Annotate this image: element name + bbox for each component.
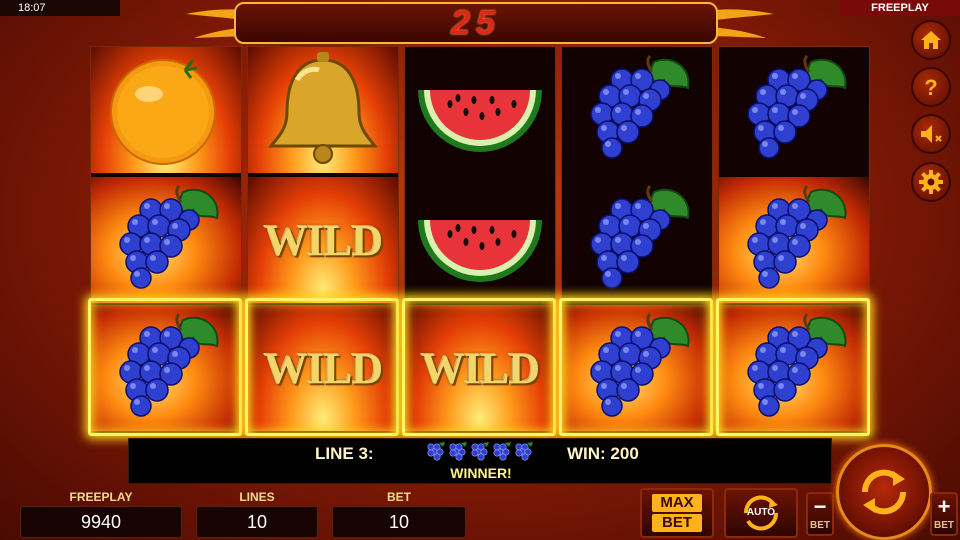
bet-increase-button[interactable]: + BET <box>930 492 958 536</box>
symbol-wild: WILD <box>248 177 398 303</box>
home-icon <box>921 31 941 49</box>
lines-label: LINES <box>239 490 275 504</box>
help-button[interactable]: ? <box>911 67 951 107</box>
grapes-icon <box>589 54 691 160</box>
winner-text: WINNER! <box>450 465 512 481</box>
sound-button[interactable] <box>911 114 951 154</box>
grapes-icon <box>746 54 848 160</box>
free-spin-counter: 25 <box>234 2 718 44</box>
wild-label: WILD <box>263 215 383 265</box>
win-amount: WIN: 200 <box>567 444 639 463</box>
mini-grapes-icon <box>493 442 511 461</box>
watermelon-icon <box>418 220 542 282</box>
grapes-icon <box>746 184 848 290</box>
win-info-bar: LINE 3: WIN: 200 WINNER! <box>128 438 832 484</box>
mini-grapes-icon <box>515 442 533 461</box>
freeplay-balance: 9940 <box>20 506 182 538</box>
orange-icon <box>110 59 216 165</box>
watermelon-icon <box>418 90 542 152</box>
symbol-grapes <box>719 177 869 303</box>
symbol-grapes <box>91 177 241 303</box>
spin-button[interactable] <box>836 444 932 540</box>
symbol-orange <box>91 47 241 173</box>
symbol-grapes <box>719 47 869 173</box>
reel-3: WILD <box>404 46 556 436</box>
symbol-grapes <box>562 47 712 173</box>
reel-2: WILD WILD <box>247 46 399 436</box>
win-frame <box>716 298 870 436</box>
sound-muted-icon <box>921 125 942 143</box>
grapes-icon <box>589 184 691 290</box>
bet-plus-label: BET <box>934 520 954 531</box>
lines-value: 10 <box>196 506 318 538</box>
grapes-icon <box>118 184 220 290</box>
symbol-wild-bell <box>248 47 398 173</box>
wild-label: WILD <box>263 343 383 393</box>
max-bet-button[interactable]: MAX BET <box>640 488 714 538</box>
bet-minus-label: BET <box>810 520 830 531</box>
settings-button[interactable] <box>911 162 951 202</box>
symbol-watermelon <box>405 47 555 173</box>
mode-badge: FREEPLAY <box>840 0 960 16</box>
clock: 18:07 <box>0 0 120 16</box>
svg-text:?: ? <box>924 75 937 99</box>
mini-grapes-icon <box>449 442 467 461</box>
plus-icon: + <box>937 494 951 519</box>
bet-value: 10 <box>332 506 466 538</box>
help-icon: ? <box>924 75 937 99</box>
wild-label: WILD <box>420 343 540 393</box>
symbol-watermelon <box>405 177 555 303</box>
home-button[interactable] <box>911 20 951 60</box>
auto-label: AUTO <box>746 507 776 518</box>
settings-gear-icon <box>919 170 943 194</box>
symbol-grapes <box>562 177 712 303</box>
mini-grapes-icon <box>427 442 445 461</box>
win-frame <box>88 298 242 436</box>
bet-decrease-button[interactable]: − BET <box>806 492 834 536</box>
line-label: LINE 3: <box>315 444 374 463</box>
autoplay-button[interactable]: AUTO <box>724 488 798 538</box>
minus-icon: − <box>813 494 827 519</box>
bet-label: BET <box>387 490 411 504</box>
line-symbols <box>427 442 533 461</box>
spin-icon <box>861 469 907 515</box>
max-label: MAX <box>652 494 702 512</box>
freeplay-label: FREEPLAY <box>69 490 133 504</box>
max-bet-label: BET <box>652 514 702 532</box>
mini-grapes-icon <box>471 442 489 461</box>
win-frame <box>559 298 713 436</box>
bell-icon <box>253 50 393 170</box>
